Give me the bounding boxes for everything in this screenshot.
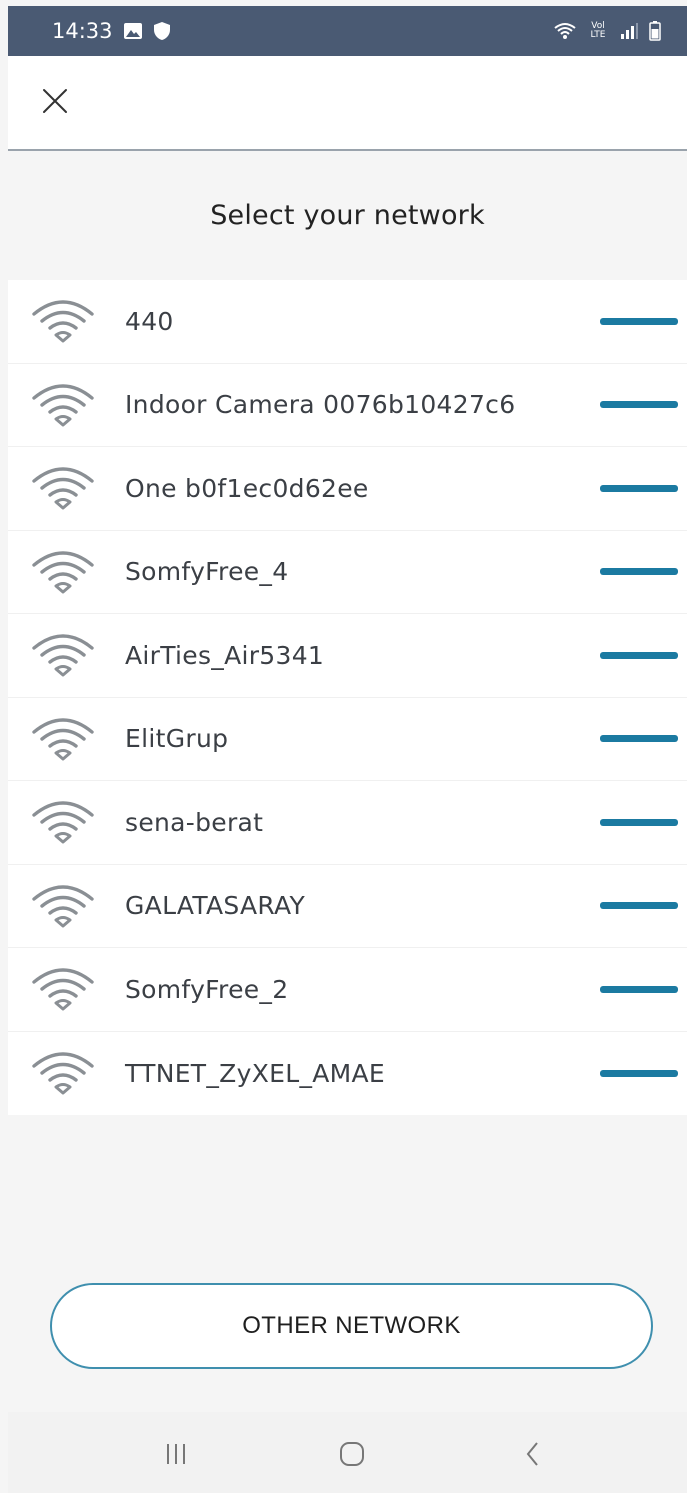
wifi-icon xyxy=(28,378,98,430)
wifi-icon xyxy=(28,545,98,597)
wifi-icon xyxy=(28,795,98,847)
network-row[interactable]: AirTies_Air5341 xyxy=(8,614,687,698)
wifi-icon xyxy=(28,628,98,680)
network-name: sena-berat xyxy=(125,807,264,837)
wifi-icon xyxy=(28,962,98,1014)
network-row[interactable]: sena-berat xyxy=(8,781,687,865)
close-icon xyxy=(43,89,67,113)
signal-strength-bar xyxy=(600,317,678,325)
wifi-icon xyxy=(28,461,98,513)
back-icon xyxy=(526,1442,538,1466)
battery-icon xyxy=(649,21,661,41)
status-right: Vol LTE xyxy=(553,21,661,41)
signal-strength-bar xyxy=(600,818,678,826)
signal-strength-bar xyxy=(600,401,678,409)
network-list: 440 Indoor Camera 0076b10427c6 One b0f1e… xyxy=(8,280,687,1115)
network-name: 440 xyxy=(125,306,174,336)
wifi-icon xyxy=(28,712,98,764)
cell-signal-icon xyxy=(619,22,639,40)
status-time: 14:33 xyxy=(52,19,113,43)
recents-button[interactable] xyxy=(156,1436,196,1472)
network-name: TTNET_ZyXEL_AMAE xyxy=(125,1058,386,1088)
network-row[interactable]: 440 xyxy=(8,280,687,364)
signal-strength-bar xyxy=(600,735,678,743)
network-name: SomfyFree_4 xyxy=(125,557,289,587)
network-name: AirTies_Air5341 xyxy=(125,640,325,670)
shield-icon xyxy=(153,21,171,41)
wifi-status-icon xyxy=(553,22,577,40)
wifi-icon xyxy=(28,1046,98,1098)
network-row[interactable]: Indoor Camera 0076b10427c6 xyxy=(8,363,687,447)
network-name: Indoor Camera 0076b10427c6 xyxy=(125,390,516,420)
wifi-icon xyxy=(28,879,98,931)
signal-strength-bar xyxy=(600,1069,678,1077)
signal-strength-bar xyxy=(600,484,678,492)
navigation-bar xyxy=(8,1412,687,1493)
other-network-button[interactable]: OTHER NETWORK xyxy=(50,1283,653,1369)
close-button[interactable] xyxy=(38,84,72,118)
network-name: One b0f1ec0d62ee xyxy=(125,473,369,503)
screen: 14:33 Vol LTE Select your network 440 In… xyxy=(0,0,687,1493)
network-row[interactable]: SomfyFree_4 xyxy=(8,530,687,614)
network-row[interactable]: GALATASARAY xyxy=(8,864,687,948)
volte-label: Vol LTE xyxy=(590,21,606,40)
app-header xyxy=(8,56,687,151)
title-band: Select your network xyxy=(8,153,687,277)
signal-strength-bar xyxy=(600,651,678,659)
signal-strength-bar xyxy=(600,985,678,993)
wifi-icon xyxy=(28,294,98,346)
recents-icon xyxy=(167,1444,185,1464)
network-row[interactable]: TTNET_ZyXEL_AMAE xyxy=(8,1031,687,1115)
back-button[interactable] xyxy=(513,1436,553,1472)
status-bar: 14:33 Vol LTE xyxy=(8,6,687,56)
home-button[interactable] xyxy=(332,1436,372,1472)
status-left: 14:33 xyxy=(52,19,171,43)
home-icon xyxy=(340,1442,364,1466)
volte-icon: Vol LTE xyxy=(587,22,609,40)
signal-strength-bar xyxy=(600,568,678,576)
signal-strength-bar xyxy=(600,902,678,910)
network-row[interactable]: One b0f1ec0d62ee xyxy=(8,447,687,531)
network-row[interactable]: SomfyFree_2 xyxy=(8,948,687,1032)
network-row[interactable]: ElitGrup xyxy=(8,697,687,781)
network-name: GALATASARAY xyxy=(125,891,306,921)
network-name: ElitGrup xyxy=(125,724,229,754)
page-title: Select your network xyxy=(210,199,485,231)
gallery-icon xyxy=(123,22,143,40)
network-name: SomfyFree_2 xyxy=(125,974,289,1004)
